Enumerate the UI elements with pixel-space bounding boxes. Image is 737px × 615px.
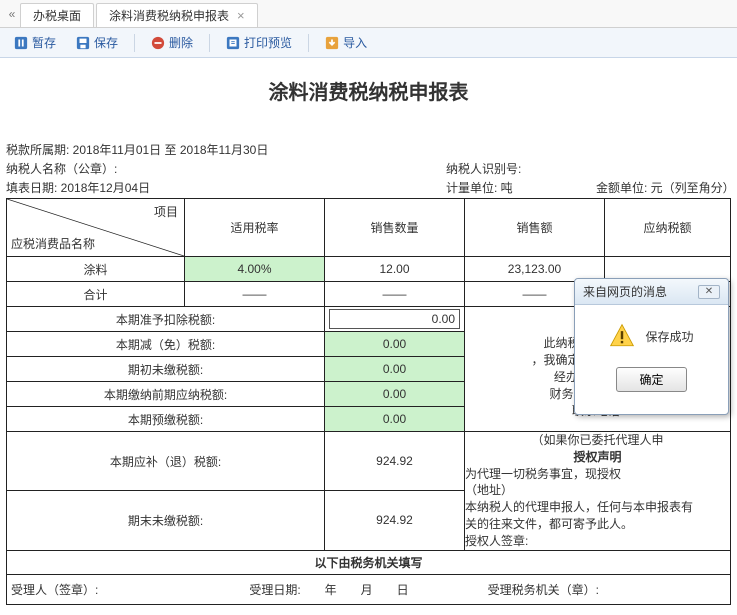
pause-label: 暂存: [32, 34, 56, 51]
row-label: 本期减（免）税额:: [7, 332, 325, 357]
save-icon: [76, 36, 90, 50]
pause-button[interactable]: 暂存: [6, 31, 64, 54]
tab-report[interactable]: 涂料消费税纳税申报表 ×: [96, 3, 258, 27]
save-label: 保存: [94, 34, 118, 51]
pause-icon: [14, 36, 28, 50]
col-tax: 应纳税额: [605, 199, 731, 257]
recv-org: 受理税务机关（章）:: [488, 581, 726, 598]
delete-icon: [151, 36, 165, 50]
payer-id-label: 纳税人识别号:: [446, 160, 596, 177]
auth-heading: 授权声明: [465, 449, 730, 466]
import-button[interactable]: 导入: [317, 31, 375, 54]
message-dialog: 来自网页的消息 ✕ 保存成功 确定: [574, 278, 729, 415]
recv-date: 受理日期: 年 月 日: [249, 581, 487, 598]
amount-unit-label: 金额单位: 元（列至角分）: [596, 179, 731, 196]
cell-val[interactable]: 0.00: [325, 357, 465, 382]
col-product: 应税消费品名称: [11, 235, 95, 252]
row-label: 本期预缴税额:: [7, 407, 325, 432]
fill-date-value: 2018年12月04日: [61, 181, 150, 195]
row-label: 期末未缴税额:: [7, 491, 325, 550]
cell-val[interactable]: 0.00: [325, 382, 465, 407]
cell-rate: ——: [185, 282, 325, 307]
import-label: 导入: [343, 34, 367, 51]
dialog-ok-button[interactable]: 确定: [616, 367, 686, 392]
toolbar-separator: [134, 34, 135, 52]
section2-title: 以下由税务机关填写: [6, 551, 731, 575]
fill-date-label: 填表日期:: [6, 181, 61, 195]
dialog-close-icon[interactable]: ✕: [698, 285, 720, 299]
period-label: 税款所属期:: [6, 143, 73, 157]
cell-name: 合计: [7, 282, 185, 307]
page-title: 涂料消费税纳税申报表: [6, 76, 731, 105]
print-preview-button[interactable]: 打印预览: [218, 31, 300, 54]
delete-button[interactable]: 删除: [143, 31, 201, 54]
dialog-message: 保存成功: [645, 328, 693, 345]
dialog-title: 来自网页的消息: [583, 283, 667, 300]
row-label: 本期准予扣除税额:: [7, 307, 325, 332]
toolbar-separator: [308, 34, 309, 52]
row-label: 本期应补（退）税额:: [7, 432, 325, 491]
col-project: 项目: [154, 203, 178, 220]
col-qty: 销售数量: [325, 199, 465, 257]
col-rate: 适用税率: [185, 199, 325, 257]
cell-val[interactable]: 0.00: [325, 307, 465, 332]
tab-bar: « 办税桌面 涂料消费税纳税申报表 ×: [0, 0, 737, 28]
toolbar-separator: [209, 34, 210, 52]
cell-val[interactable]: 0.00: [325, 332, 465, 357]
toolbar: 暂存 保存 删除 打印预览 导入: [0, 28, 737, 58]
warning-icon: [609, 323, 635, 349]
tabs-scroll-left[interactable]: «: [4, 0, 20, 27]
dialog-titlebar[interactable]: 来自网页的消息 ✕: [575, 279, 728, 305]
tab-desktop[interactable]: 办税桌面: [20, 3, 94, 27]
preview-label: 打印预览: [244, 34, 292, 51]
meta-block: 税款所属期: 2018年11月01日 至 2018年11月30日 纳税人名称（公…: [6, 141, 731, 196]
period-value: 2018年11月01日 至 2018年11月30日: [73, 143, 269, 157]
cell-qty[interactable]: 12.00: [325, 257, 465, 282]
cell-val[interactable]: 0.00: [325, 407, 465, 432]
unit-label: 计量单位: 吨: [446, 179, 596, 196]
import-icon: [325, 36, 339, 50]
save-button[interactable]: 保存: [68, 31, 126, 54]
footer-row: 受理人（签章）: 受理日期: 年 月 日 受理税务机关（章）:: [6, 575, 731, 605]
row-label: 期初未缴税额:: [7, 357, 325, 382]
cell-name: 涂料: [7, 257, 185, 282]
row-label: 本期缴纳前期应纳税额:: [7, 382, 325, 407]
cell-val: 924.92: [325, 491, 465, 550]
diag-header: 项目 应税消费品名称: [7, 199, 185, 257]
tab-label: 办税桌面: [33, 7, 81, 24]
recv-label: 受理人（签章）:: [11, 581, 249, 598]
payer-name-label: 纳税人名称（公章）:: [6, 160, 446, 177]
row-supplement: 本期应补（退）税额: 924.92 （如果你已委托代理人申 授权声明 为代理一切…: [7, 432, 731, 491]
tab-close-icon[interactable]: ×: [237, 8, 245, 23]
col-amount: 销售额: [465, 199, 605, 257]
auth-block: （如果你已委托代理人申 授权声明 为代理一切税务事宜，现授权 （地址） 本纳税人…: [465, 432, 731, 551]
delete-label: 删除: [169, 34, 193, 51]
cell-rate[interactable]: 4.00%: [185, 257, 325, 282]
tab-label: 涂料消费税纳税申报表: [109, 7, 229, 24]
cell-qty: ——: [325, 282, 465, 307]
print-icon: [226, 36, 240, 50]
cell-val: 924.92: [325, 432, 465, 491]
